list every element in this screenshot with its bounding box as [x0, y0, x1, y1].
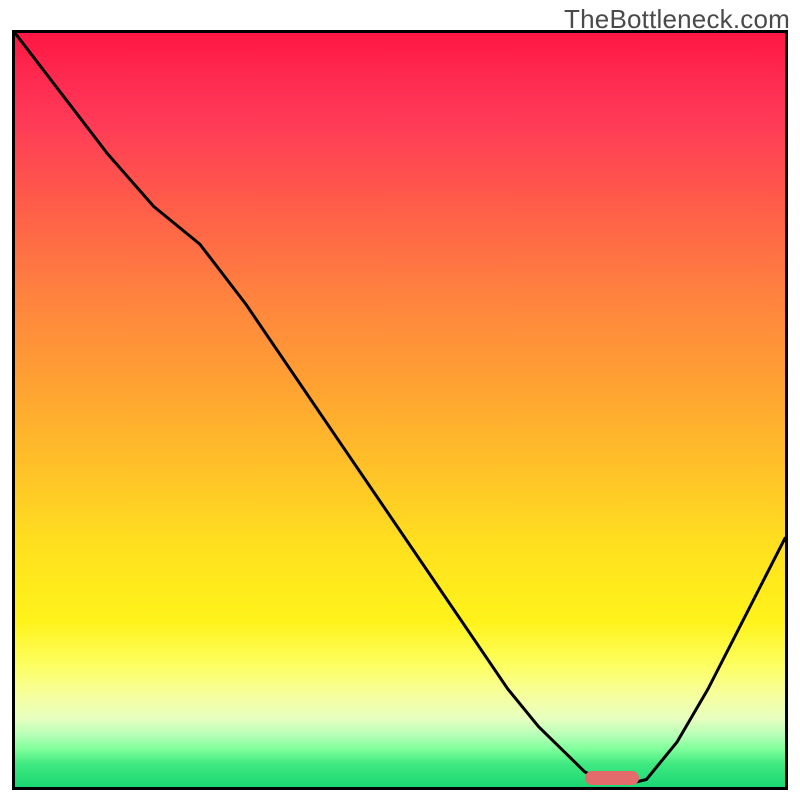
- optimal-range-marker: [585, 771, 639, 785]
- bottleneck-curve: [15, 33, 785, 787]
- chart-frame: TheBottleneck.com: [0, 0, 800, 800]
- watermark-text: TheBottleneck.com: [564, 4, 790, 35]
- plot-area: [12, 30, 788, 790]
